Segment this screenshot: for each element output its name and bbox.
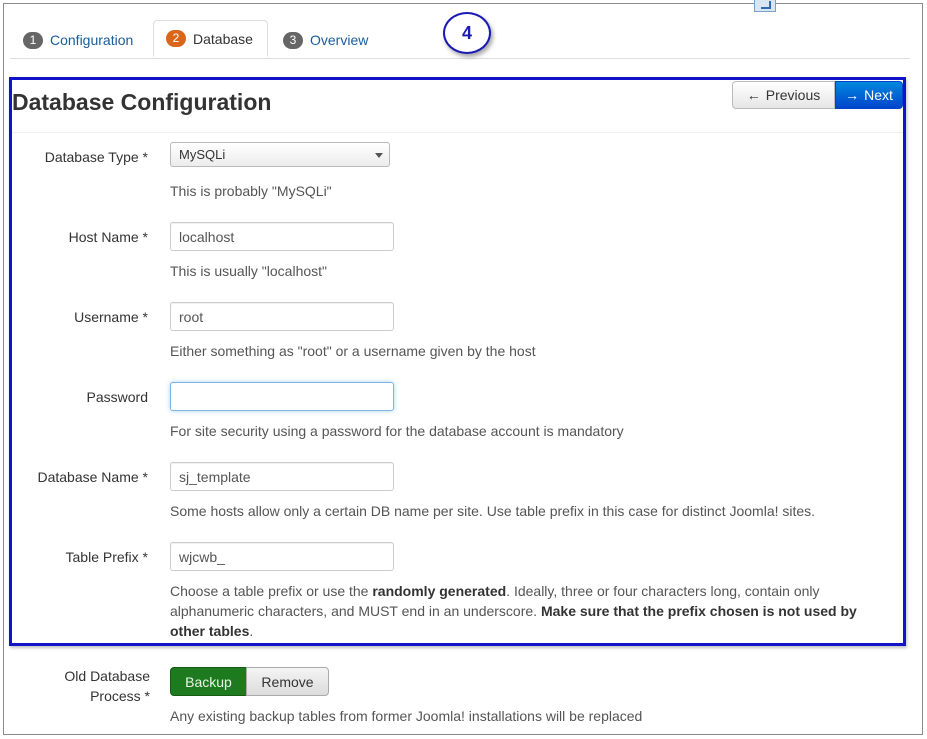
tab-label: Database [193,30,253,47]
remove-button[interactable]: Remove [246,667,329,696]
database-configuration-panel: Database Configuration ← Previous → Next… [9,77,906,646]
next-button[interactable]: → Next [835,81,903,109]
table-prefix-label: Table Prefix * [65,549,148,565]
username-help: Either something as "root" or a username… [170,343,536,359]
host-name-input[interactable] [170,222,394,251]
tab-number-badge: 3 [283,31,303,49]
database-name-label: Database Name * [37,469,148,485]
password-input[interactable] [170,382,394,411]
page-title: Database Configuration [12,89,272,115]
tab-configuration[interactable]: 1 Configuration [23,28,133,52]
help-text-bold: randomly generated [372,583,507,599]
password-help: For site security using a password for t… [170,423,624,439]
next-button-label: Next [864,87,893,103]
database-name-help: Some hosts allow only a certain DB name … [170,503,816,519]
popout-icon[interactable] [754,0,776,12]
tab-label: Configuration [50,32,134,48]
table-prefix-help: Choose a table prefix or use the randoml… [170,581,890,641]
step-number-callout: 4 [443,12,491,54]
tab-number-badge: 2 [166,30,186,47]
arrow-left-icon: ← [746,87,761,103]
navigation-buttons: ← Previous → Next [732,81,903,109]
database-name-input[interactable] [170,462,394,491]
arrow-right-icon: → [845,87,860,103]
previous-button[interactable]: ← Previous [732,81,835,109]
database-type-value: MySQLi [179,147,226,162]
chevron-down-icon [375,153,383,158]
panel-header: Database Configuration ← Previous → Next [12,80,903,133]
old-database-help: Any existing backup tables from former J… [170,708,643,724]
tab-overview[interactable]: 3 Overview [283,28,368,52]
host-name-label: Host Name * [68,229,148,245]
password-label: Password [86,389,148,405]
username-input[interactable] [170,302,394,331]
help-text: . [249,623,254,639]
tab-number-badge: 1 [23,31,43,49]
tab-label: Overview [310,32,369,48]
database-type-label: Database Type * [44,149,148,165]
database-type-help: This is probably "MySQLi" [170,183,332,199]
host-name-help: This is usually "localhost" [170,263,328,279]
username-label: Username * [74,309,148,325]
previous-button-label: Previous [765,87,821,103]
backup-button[interactable]: Backup [170,667,247,696]
database-type-select[interactable]: MySQLi [170,142,390,167]
table-prefix-input[interactable] [170,542,394,571]
tab-database[interactable]: 2 Database [153,20,268,57]
old-database-process-label: Old Database Process * [64,668,150,704]
help-text: Choose a table prefix or use the [170,583,373,599]
